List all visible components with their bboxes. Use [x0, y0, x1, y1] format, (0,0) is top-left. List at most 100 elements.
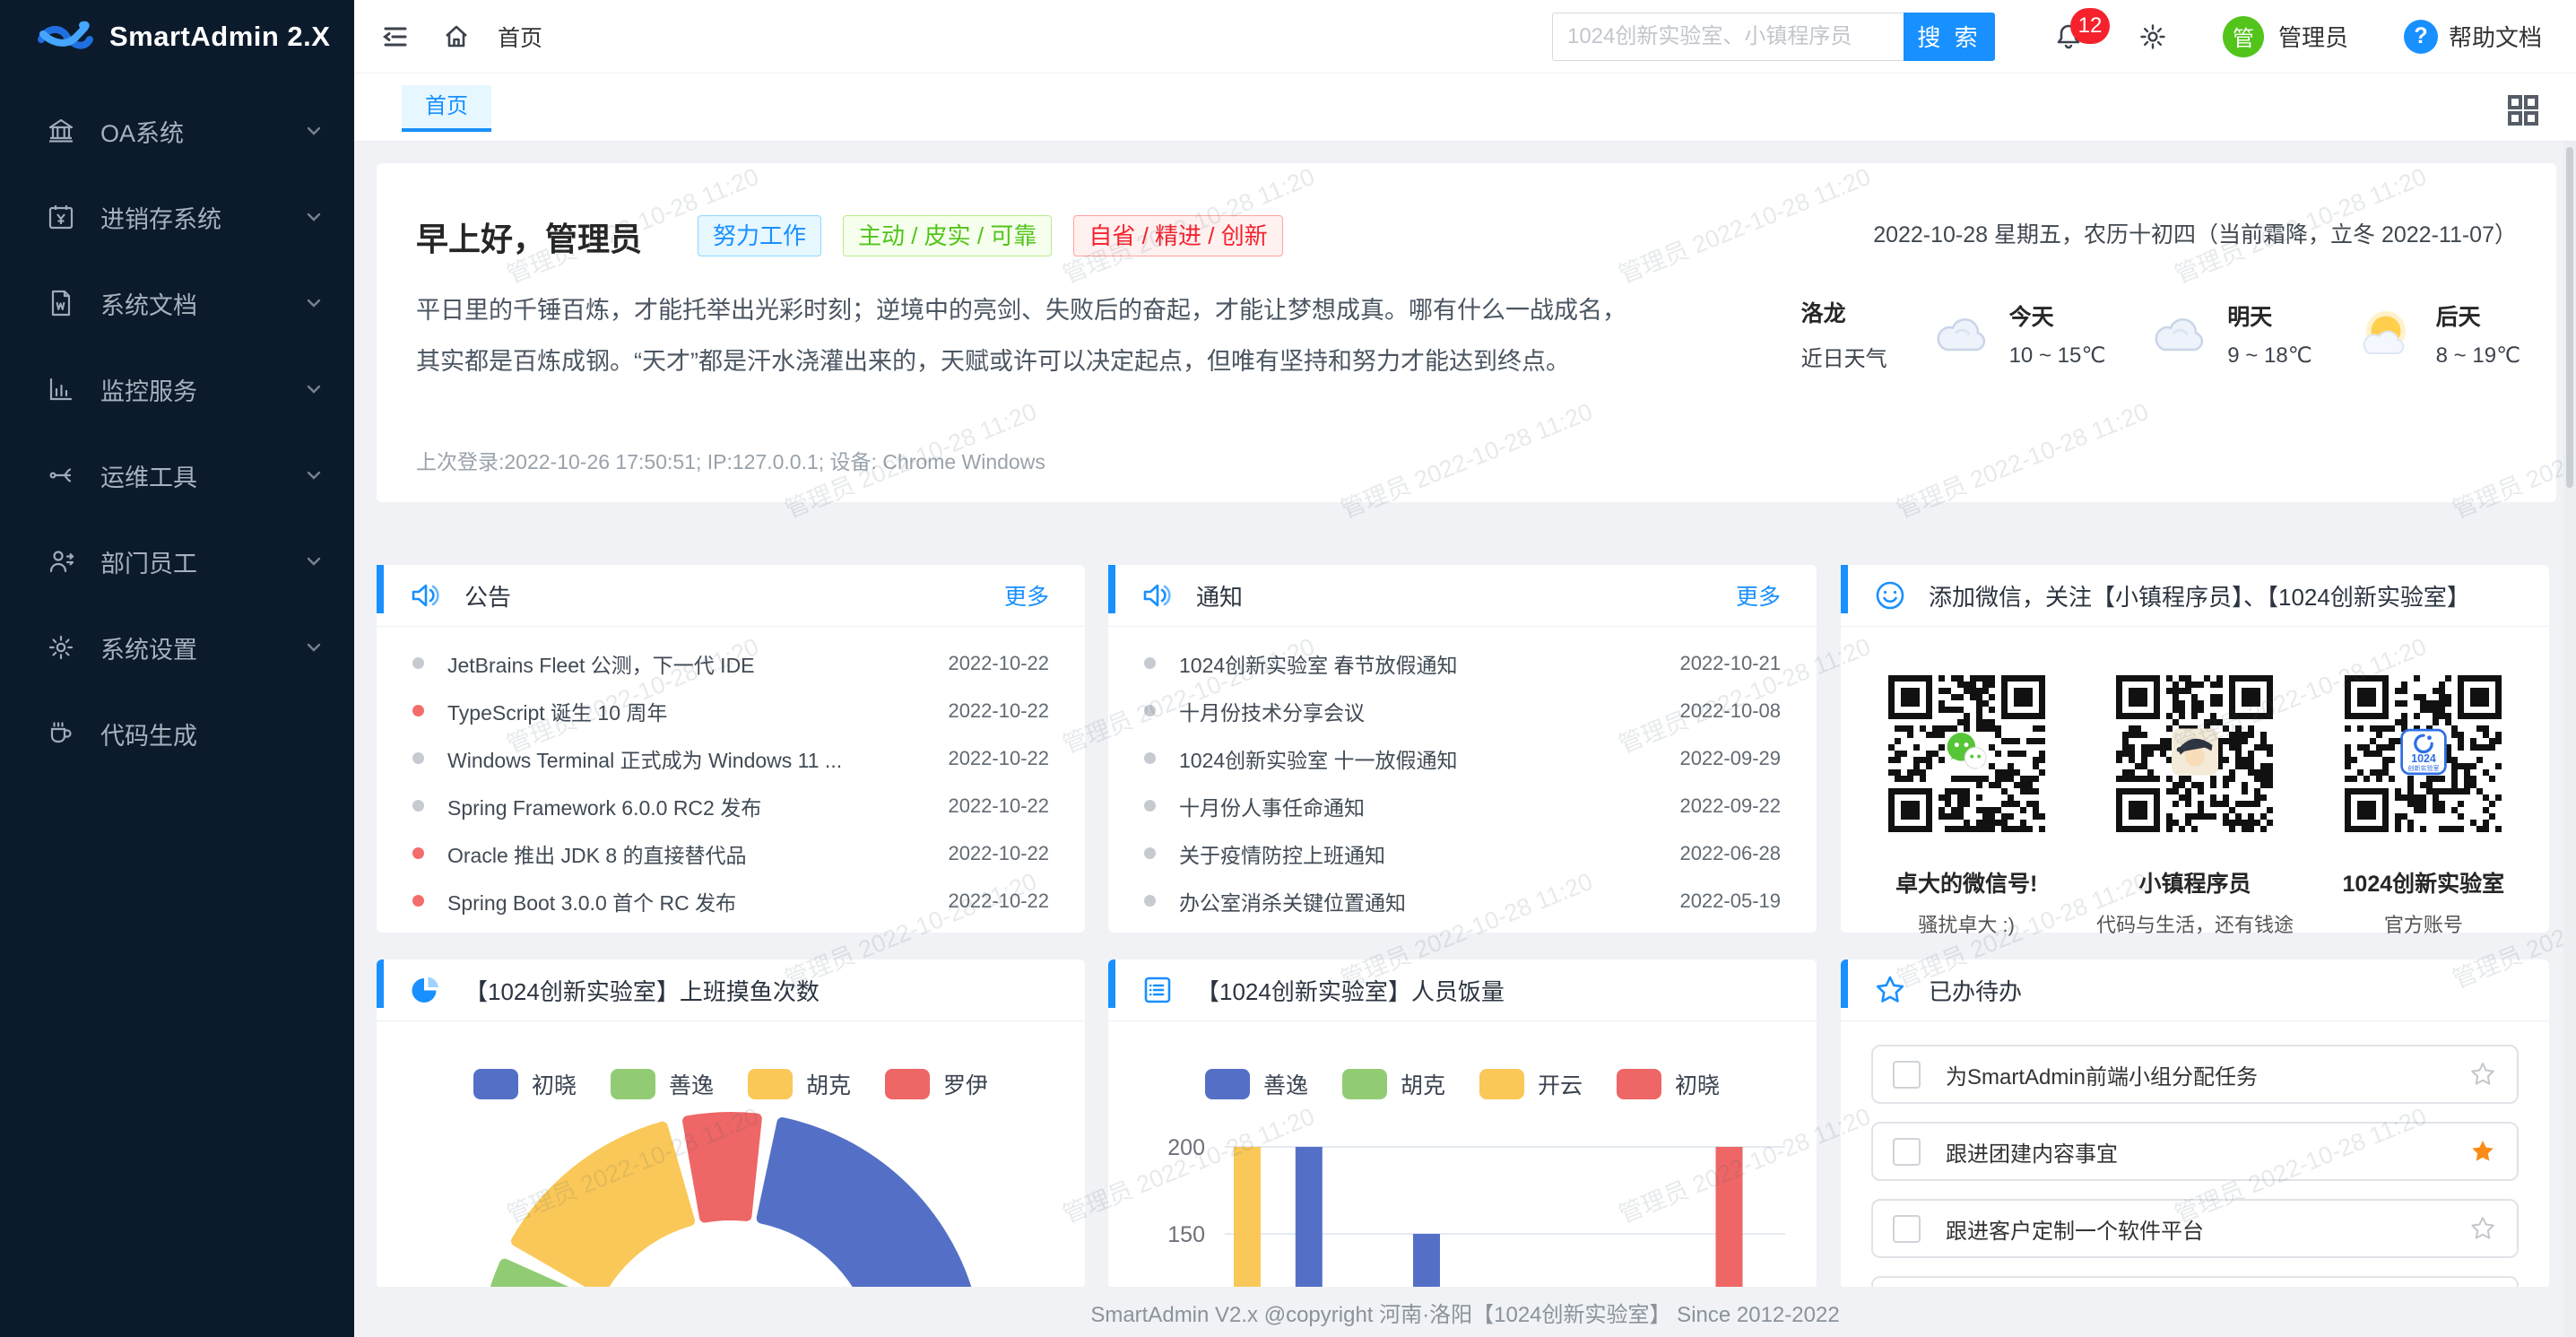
announcement-item[interactable]: Spring Framework 6.0.0 RC2 发布2022-10-22: [377, 782, 1085, 829]
sidebar-item-label: 运维工具: [100, 458, 197, 493]
legend-item[interactable]: 胡克: [748, 1068, 851, 1100]
announcement-item[interactable]: TypeScript 诞生 10 周年2022-10-22: [377, 687, 1085, 734]
announcement-item[interactable]: Spring Boot 3.0.0 首个 RC 发布2022-10-22: [377, 877, 1085, 925]
announcement-item[interactable]: JetBrains Fleet 公测，下一代 IDE 2022-10-22: [377, 639, 1085, 687]
sidebar-item-monitor[interactable]: 监控服务: [0, 346, 354, 432]
notice-more-link[interactable]: 更多: [1736, 579, 1781, 612]
notice-panel: 通知 更多 1024创新实验室 春节放假通知2022-10-21十月份技术分享会…: [1108, 565, 1817, 933]
home-icon[interactable]: [442, 22, 471, 51]
app-title: SmartAdmin 2.X: [109, 21, 330, 53]
legend-item[interactable]: 开云: [1479, 1068, 1583, 1100]
legend-item[interactable]: 罗伊: [885, 1068, 988, 1100]
fish-chart-header: 【1024创新实验室】上班摸鱼次数: [377, 959, 1085, 1021]
avatar[interactable]: 管: [2223, 16, 2264, 57]
star-filled-icon[interactable]: [2468, 1137, 2497, 1166]
topbar: 首页 搜 索 12 管 管理员 ? 帮助文档: [354, 0, 2576, 74]
fish-chart-body: 初晓 善逸 胡克 罗伊: [377, 1021, 1085, 1289]
tab-home[interactable]: 首页: [402, 85, 491, 132]
announcement-date: 2022-10-22: [948, 652, 1049, 675]
vertical-scrollbar[interactable]: [2563, 142, 2576, 1337]
bar-chart-icon: [47, 375, 75, 404]
username[interactable]: 管理员: [2278, 20, 2348, 53]
todo-item-2[interactable]: 跟进客户定制一个软件平台: [1871, 1199, 2519, 1258]
legend-chip: [1205, 1069, 1250, 1099]
notice-dot: [1144, 800, 1156, 812]
star-outline-icon[interactable]: [2468, 1214, 2497, 1243]
greeting-tag-1: 主动 / 皮实 / 可靠: [843, 215, 1052, 256]
announcement-text: Oracle 推出 JDK 8 的直接替代品: [447, 838, 928, 869]
legend-item[interactable]: 初晓: [473, 1068, 577, 1100]
notice-item[interactable]: 十月份技术分享会议2022-10-08: [1108, 687, 1817, 734]
legend-label: 初晓: [532, 1068, 577, 1100]
sidebar-item-settings[interactable]: 系统设置: [0, 604, 354, 690]
announcement-dot: [412, 847, 424, 859]
announcement-item[interactable]: Oracle 推出 JDK 8 的直接替代品2022-10-22: [377, 829, 1085, 877]
legend-chip: [1342, 1069, 1387, 1099]
legend-item[interactable]: 胡克: [1342, 1068, 1445, 1100]
cloud-icon: [2147, 311, 2211, 358]
sidebar-item-ops[interactable]: 运维工具: [0, 432, 354, 518]
tab-layout-grid-icon[interactable]: [2506, 93, 2540, 127]
tabbar: 首页: [354, 74, 2576, 142]
notice-date: 2022-10-08: [1679, 699, 1781, 723]
sidebar-item-oa[interactable]: OA系统: [0, 88, 354, 174]
fish-chart-legend: 初晓 善逸 胡克 罗伊: [377, 1068, 1085, 1100]
smartadmin-dashboard: SmartAdmin 2.X OA系统进销存系统系统文档监控服务运维工具部门员工…: [0, 0, 2576, 1337]
announcement-more-link[interactable]: 更多: [1004, 579, 1049, 612]
todo-item-0[interactable]: 为SmartAdmin前端小组分配任务: [1871, 1045, 2519, 1104]
todo-header: 已办待办: [1841, 959, 2549, 1021]
donut-chart: [377, 1021, 1085, 1289]
notice-item[interactable]: 关于疫情防控上班通知2022-06-28: [1108, 829, 1817, 877]
sidebar-item-codegen[interactable]: 代码生成: [0, 690, 354, 777]
sidebar-item-docs[interactable]: 系统文档: [0, 260, 354, 346]
notification-badge: 12: [2070, 8, 2110, 44]
panel-title: 【1024创新实验室】上班摸鱼次数: [464, 974, 820, 1007]
bar-chart: 200150: [1108, 1021, 1817, 1289]
legend-item[interactable]: 初晓: [1617, 1068, 1720, 1100]
breadcrumb[interactable]: 首页: [498, 21, 542, 53]
panel-title: 已办待办: [1929, 974, 2022, 1007]
help-docs-link[interactable]: ? 帮助文档: [2404, 20, 2542, 54]
todo-item-1[interactable]: 跟进团建内容事宜: [1871, 1122, 2519, 1181]
qr-code-image: [1881, 668, 2052, 839]
todo-checkbox[interactable]: [1893, 1138, 1921, 1166]
notice-text: 1024创新实验室 春节放假通知: [1179, 648, 1660, 679]
qr-card-1: 小镇程序员代码与生活，还有钱途: [2096, 668, 2294, 938]
qr-desc: 代码与生活，还有钱途: [2096, 909, 2294, 938]
qr-name: 卓大的微信号!: [1895, 866, 2037, 899]
notification-bell[interactable]: 12: [2054, 22, 2083, 51]
notice-item[interactable]: 办公室消杀关键位置通知2022-05-19: [1108, 877, 1817, 925]
logo-row[interactable]: SmartAdmin 2.X: [0, 0, 354, 74]
todo-checkbox[interactable]: [1893, 1061, 1921, 1089]
setting-icon: [47, 633, 75, 662]
question-circle-icon: ?: [2404, 20, 2438, 54]
wechat-header: 添加微信，关注【小镇程序员】、【1024创新实验室】: [1841, 565, 2549, 627]
sidebar-item-staff[interactable]: 部门员工: [0, 518, 354, 604]
menu-fold-icon[interactable]: [381, 22, 410, 51]
bank-icon: [47, 117, 75, 145]
announcement-header: 公告 更多: [377, 565, 1085, 627]
legend-item[interactable]: 善逸: [1205, 1068, 1308, 1100]
accent-bar: [377, 565, 384, 613]
notice-item[interactable]: 十月份人事任命通知2022-09-22: [1108, 782, 1817, 829]
notice-item[interactable]: 1024创新实验室 春节放假通知2022-10-21: [1108, 639, 1817, 687]
greeting-card: 早上好，管理员 努力工作主动 / 皮实 / 可靠自省 / 精进 / 创新 202…: [377, 163, 2556, 502]
announcement-item[interactable]: Windows Terminal 正式成为 Windows 11 ...2022…: [377, 734, 1085, 782]
qr-row: 卓大的微信号!骚扰卓大 :)小镇程序员代码与生活，还有钱途1024创新实验室10…: [1841, 627, 2549, 938]
pie-chart-icon: [409, 973, 443, 1007]
star-outline-icon[interactable]: [2468, 1060, 2497, 1089]
announcement-text: TypeScript 诞生 10 周年: [447, 696, 928, 726]
search-button[interactable]: 搜 索: [1904, 13, 1995, 61]
search-input[interactable]: [1552, 13, 1904, 61]
announcement-text: JetBrains Fleet 公测，下一代 IDE: [447, 648, 928, 679]
settings-gear-icon[interactable]: [2138, 22, 2167, 51]
panel-title: 通知: [1196, 579, 1243, 612]
sidebar-item-erp[interactable]: 进销存系统: [0, 174, 354, 260]
scrollbar-thumb[interactable]: [2566, 147, 2573, 488]
meal-chart-body: 善逸 胡克 开云 初晓 200150: [1108, 1021, 1817, 1289]
legend-item[interactable]: 善逸: [611, 1068, 714, 1100]
notice-item[interactable]: 1024创新实验室 十一放假通知2022-09-29: [1108, 734, 1817, 782]
todo-checkbox[interactable]: [1893, 1215, 1921, 1243]
weather-day-text: 后天8 ~ 19℃: [2436, 300, 2520, 369]
todo-panel: 已办待办 为SmartAdmin前端小组分配任务跟进团建内容事宜跟进客户定制一个…: [1841, 959, 2549, 1289]
